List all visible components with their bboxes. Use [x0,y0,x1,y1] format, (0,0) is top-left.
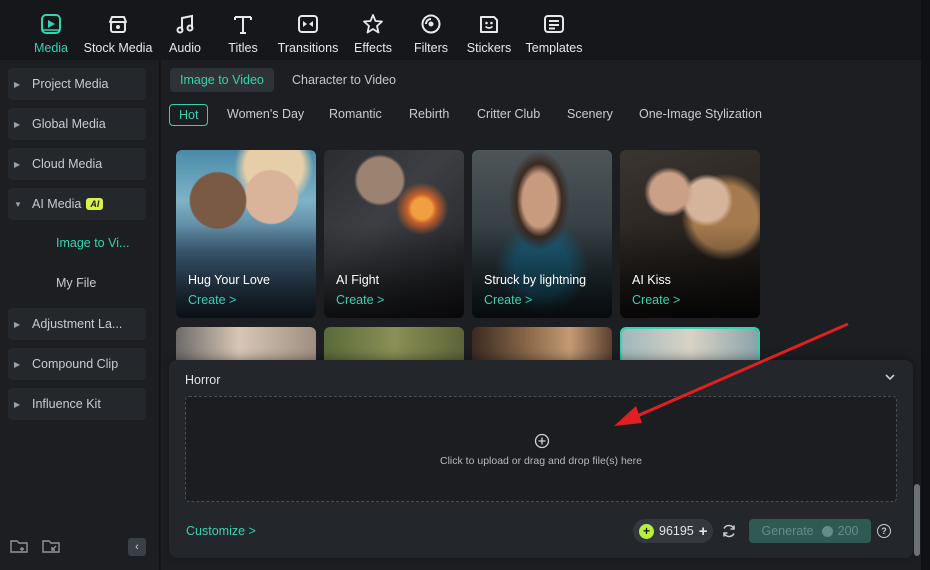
caret-right-icon: ▶ [14,159,21,169]
sidebar: ▶ Project Media ▶ Global Media ▶ Cloud M… [0,60,160,570]
caret-right-icon: ▶ [14,399,21,409]
toolbar-label: Transitions [277,41,339,55]
toolbar-label: Filters [413,41,449,55]
toolbar-label: Audio [169,41,201,55]
sidebar-item-label: Influence Kit [32,397,101,411]
caret-right-icon: ▶ [14,79,21,89]
credit-coin-icon [821,525,833,537]
vertical-scrollbar[interactable] [914,484,920,556]
transitions-icon [296,12,320,36]
chip-romantic[interactable]: Romantic [329,104,382,126]
template-panel: Horror Click to upload or drag and drop … [169,360,913,558]
top-toolbar: Media Stock Media Audio Titles Transitio… [0,0,921,60]
help-icon[interactable]: ? [877,524,891,538]
sidebar-item-label: AI Media [32,197,82,211]
card-create-link[interactable]: Create > [336,293,384,307]
card-title: Hug Your Love [188,273,271,287]
effects-icon [361,12,385,36]
sidebar-subitem-image-to-video[interactable]: Image to Vi... [56,236,129,250]
credit-coin-icon: + [639,523,654,539]
chip-womens-day[interactable]: Women's Day [227,104,304,126]
credits-balance[interactable]: + 96195 + [633,519,713,543]
template-card-ai-fight[interactable]: AI Fight Create > [324,150,464,318]
chip-rebirth[interactable]: Rebirth [409,104,449,126]
refresh-icon[interactable] [721,523,737,539]
panel-title: Horror [185,373,221,387]
toolbar-filters[interactable]: Filters [402,0,460,60]
sidebar-item-label: Compound Clip [32,357,119,371]
sidebar-item-adjustment-layer[interactable]: ▶ Adjustment La... [8,308,146,340]
toolbar-stickers[interactable]: Stickers [460,0,518,60]
templates-icon [542,12,566,36]
media-icon [39,12,63,36]
caret-right-icon: ▶ [14,319,21,329]
toolbar-stock-media[interactable]: Stock Media [80,0,156,60]
sidebar-item-label: Global Media [32,117,106,131]
generate-button[interactable]: Generate 200 [749,519,871,543]
tab-character-to-video[interactable]: Character to Video [282,68,406,92]
chevron-left-icon: ‹ [135,541,139,553]
caret-right-icon: ▶ [14,119,21,129]
sidebar-item-cloud-media[interactable]: ▶ Cloud Media [8,148,146,180]
filters-icon [419,12,443,36]
sidebar-item-project-media[interactable]: ▶ Project Media [8,68,146,100]
import-folder-icon[interactable] [42,538,60,554]
card-create-link[interactable]: Create > [484,293,532,307]
card-create-link[interactable]: Create > [632,293,680,307]
stock-media-icon [106,12,130,36]
sidebar-item-label: Adjustment La... [32,317,123,331]
toolbar-media[interactable]: Media [22,0,80,60]
new-folder-icon[interactable] [10,538,28,554]
template-card-ai-kiss[interactable]: AI Kiss Create > [620,150,760,318]
add-credits-icon[interactable]: + [699,523,708,540]
toolbar-label: Templates [525,41,583,55]
sidebar-subitem-my-file[interactable]: My File [56,276,96,290]
toolbar-label: Titles [228,41,258,55]
upload-dropzone[interactable]: Click to upload or drag and drop file(s)… [185,396,897,502]
template-card-hug-your-love[interactable]: Hug Your Love Create > [176,150,316,318]
sidebar-item-ai-media[interactable]: ▼ AI Media AI [8,188,146,220]
toolbar-label: Effects [354,41,392,55]
sidebar-item-influence-kit[interactable]: ▶ Influence Kit [8,388,146,420]
customize-link[interactable]: Customize > [186,524,256,538]
tab-image-to-video[interactable]: Image to Video [170,68,274,92]
toolbar-titles[interactable]: Titles [214,0,272,60]
sidebar-item-compound-clip[interactable]: ▶ Compound Clip [8,348,146,380]
template-card-struck-by-lightning[interactable]: Struck by lightning Create > [472,150,612,318]
generate-cost: 200 [837,524,859,538]
caret-down-icon: ▼ [14,199,22,209]
chip-hot[interactable]: Hot [169,104,209,126]
chevron-down-icon[interactable] [883,370,897,384]
card-create-link[interactable]: Create > [188,293,236,307]
sidebar-item-label: Cloud Media [32,157,103,171]
credits-value: 96195 [659,524,694,538]
toolbar-effects[interactable]: Effects [344,0,402,60]
ai-badge: AI [86,198,104,210]
toolbar-label: Stock Media [83,41,153,55]
sidebar-item-label: Project Media [32,77,109,91]
chip-critter-club[interactable]: Critter Club [477,104,540,126]
stickers-icon [477,12,501,36]
toolbar-audio[interactable]: Audio [156,0,214,60]
toolbar-transitions[interactable]: Transitions [272,0,344,60]
card-title: AI Kiss [632,273,671,287]
upload-hint: Click to upload or drag and drop file(s)… [440,455,642,467]
window-edge [921,0,930,570]
generate-label: Generate [761,524,814,538]
sidebar-item-global-media[interactable]: ▶ Global Media [8,108,146,140]
toolbar-templates[interactable]: Templates [518,0,590,60]
chip-scenery[interactable]: Scenery [567,104,613,126]
titles-icon [231,12,255,36]
toolbar-label: Stickers [466,41,512,55]
collapse-sidebar-button[interactable]: ‹ [128,538,146,556]
caret-right-icon: ▶ [14,359,21,369]
card-title: Struck by lightning [484,273,587,287]
chip-one-image-stylization[interactable]: One-Image Stylization [639,104,762,126]
audio-icon [173,12,197,36]
card-title: AI Fight [336,273,380,287]
toolbar-label: Media [33,41,69,55]
add-circle-icon [534,433,550,449]
